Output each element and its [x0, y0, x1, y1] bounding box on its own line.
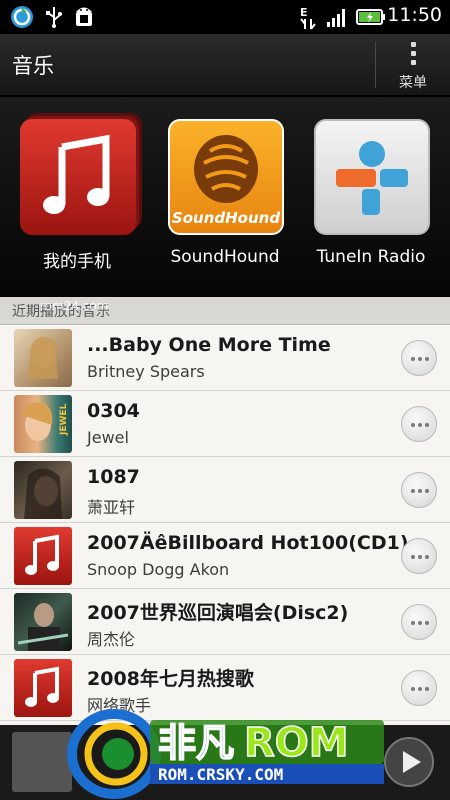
- song-artist: Britney Spears: [87, 362, 205, 381]
- song-artist: 周杰伦: [87, 630, 136, 649]
- site-watermark: 非凡 ROM ROM.CRSKY.COM: [66, 694, 396, 800]
- watermark-brand-rom: ROM: [244, 720, 349, 766]
- soundhound-logo: SoundHound: [168, 119, 284, 235]
- battery-icon: [356, 5, 386, 29]
- clock: 11:50: [387, 4, 442, 26]
- more-options-button[interactable]: [401, 472, 437, 508]
- status-bar: E 11:50: [0, 0, 450, 34]
- list-item[interactable]: JEWEL 0304 Jewel: [0, 391, 450, 457]
- menu-dots-icon: [411, 42, 417, 69]
- page-title: 音乐: [12, 54, 54, 78]
- menu-button[interactable]: 菜单: [376, 34, 450, 96]
- tunein-logo: [314, 119, 430, 235]
- album-art-text: JEWEL: [59, 403, 69, 436]
- source-label: TuneIn Radio: [316, 247, 426, 267]
- network-type-label: E: [300, 6, 308, 19]
- song-artist: Snoop Dogg Akon: [87, 560, 230, 579]
- song-title: 0304: [87, 400, 140, 422]
- song-title: 2008年七月热搜歌: [87, 668, 254, 690]
- music-note-icon: [14, 527, 72, 585]
- list-item[interactable]: 1087 萧亚轩: [0, 457, 450, 523]
- album-cover: [14, 329, 72, 387]
- signal-icon: [325, 5, 349, 29]
- album-cover: JEWEL: [14, 395, 72, 453]
- watermark-brand: 非凡: [158, 721, 234, 765]
- source-label: SoundHound: [170, 247, 280, 267]
- song-title: ...Baby One More Time: [87, 334, 331, 356]
- section-header: 近期播放的音乐 rom24.com: [0, 297, 450, 325]
- watermark-swirl-logo: [67, 709, 161, 799]
- more-options-button[interactable]: [401, 670, 437, 706]
- overlay-watermark-text: rom24.com: [40, 299, 109, 313]
- song-title: 2007ÄêBillboard Hot100(CD1): [87, 532, 409, 554]
- music-sources: 我的手机 SoundHound SoundHound TuneIn Radio: [0, 97, 450, 297]
- list-item[interactable]: 2007ÄêBillboard Hot100(CD1) Snoop Dogg A…: [0, 523, 450, 589]
- song-title: 1087: [87, 466, 140, 488]
- song-artist: Jewel: [87, 428, 129, 447]
- android-debug-icon: [72, 5, 96, 29]
- more-options-button[interactable]: [401, 604, 437, 640]
- music-note-icon: [20, 119, 136, 235]
- source-label: 我的手机: [43, 252, 111, 272]
- source-tile-my-phone[interactable]: 我的手机: [12, 117, 142, 287]
- menu-label: 菜单: [399, 75, 427, 91]
- usb-icon: [42, 5, 66, 29]
- song-artist: 萧亚轩: [87, 498, 136, 517]
- album-cover: [14, 461, 72, 519]
- song-title: 2007世界巡回演唱会(Disc2): [87, 602, 349, 624]
- recent-songs-list: ...Baby One More Time Britney Spears JEW…: [0, 325, 450, 725]
- app-header: 音乐 菜单: [0, 34, 450, 96]
- more-options-button[interactable]: [401, 340, 437, 376]
- source-tile-soundhound[interactable]: SoundHound SoundHound: [160, 117, 290, 287]
- album-cover: [14, 593, 72, 651]
- now-playing-cover: [12, 732, 72, 792]
- more-options-button[interactable]: [401, 538, 437, 574]
- watermark-url: ROM.CRSKY.COM: [158, 765, 283, 784]
- soundhound-logo-text: SoundHound: [172, 209, 280, 227]
- source-tile-tunein[interactable]: TuneIn Radio: [306, 117, 436, 287]
- sync-icon: [10, 5, 34, 29]
- data-transfer-icon: E: [296, 5, 320, 30]
- list-item[interactable]: ...Baby One More Time Britney Spears: [0, 325, 450, 391]
- music-note-icon: [14, 659, 72, 717]
- list-item[interactable]: 2007世界巡回演唱会(Disc2) 周杰伦: [0, 589, 450, 655]
- more-options-button[interactable]: [401, 406, 437, 442]
